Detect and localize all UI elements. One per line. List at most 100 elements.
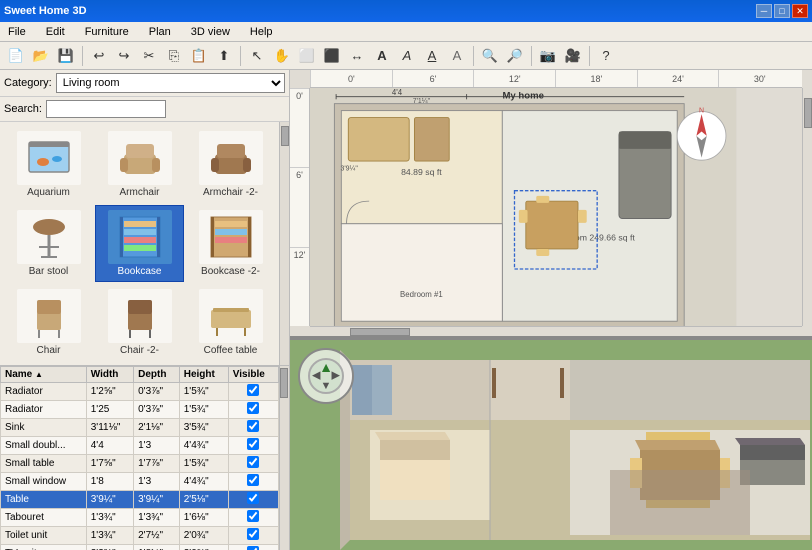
col-height[interactable]: Height xyxy=(179,367,228,383)
save-button[interactable]: 💾 xyxy=(54,45,78,67)
menu-3dview[interactable]: 3D view xyxy=(187,24,234,40)
table-row[interactable]: Small table 1'7⅝" 1'7⅞" 1'5¾" xyxy=(1,455,279,473)
table-row[interactable]: Toilet unit 1'3¾" 2'7½" 2'0¾" xyxy=(1,527,279,545)
view-3d: ▲ ▶ ▼ ◀ xyxy=(290,340,812,550)
floor-plan-canvas[interactable]: 4'4 My home 84.89 sq ft Bedroom xyxy=(310,88,812,336)
furniture-item-chair2[interactable]: Chair -2- xyxy=(95,284,184,361)
close-button[interactable]: ✕ xyxy=(792,4,808,18)
furniture-item-armchair[interactable]: Armchair xyxy=(95,126,184,203)
floorplan-vscrollbar[interactable] xyxy=(802,88,812,326)
menu-plan[interactable]: Plan xyxy=(145,24,175,40)
table-row[interactable]: Table 3'9¼" 3'9¼" 2'5⅛" xyxy=(1,491,279,509)
cell-visible[interactable] xyxy=(228,527,278,545)
redo-button[interactable]: ↪ xyxy=(112,45,136,67)
new-button[interactable]: 📄 xyxy=(4,45,28,67)
furniture-item-coffeetable[interactable]: Coffee table xyxy=(186,284,275,361)
import-button[interactable]: ⬆ xyxy=(212,45,236,67)
cell-height: 1'5¾" xyxy=(179,401,228,419)
draw-room-tool[interactable]: ⬛ xyxy=(320,45,344,67)
visible-checkbox[interactable] xyxy=(247,402,259,414)
help-button[interactable]: ? xyxy=(594,45,618,67)
furniture-item-barstool[interactable]: Bar stool xyxy=(4,205,93,282)
visible-checkbox[interactable] xyxy=(247,420,259,432)
copy-button[interactable]: ⎘ xyxy=(162,45,186,67)
cell-visible[interactable] xyxy=(228,509,278,527)
visible-checkbox[interactable] xyxy=(247,510,259,522)
visible-checkbox[interactable] xyxy=(247,474,259,486)
cell-visible[interactable] xyxy=(228,419,278,437)
table-container[interactable]: Name ▲ Width Depth Height Visible Radiat… xyxy=(0,366,279,550)
cell-visible[interactable] xyxy=(228,437,278,455)
furniture-scrollbar[interactable] xyxy=(279,122,289,365)
visible-checkbox[interactable] xyxy=(247,546,259,550)
zoom-in-button[interactable]: 🔍 xyxy=(478,45,502,67)
furniture-item-armchair2[interactable]: Armchair -2- xyxy=(186,126,275,203)
category-select[interactable]: Living room Bedroom Kitchen Bathroom Off… xyxy=(56,73,285,93)
col-name[interactable]: Name ▲ xyxy=(1,367,87,383)
cell-visible[interactable] xyxy=(228,383,278,401)
visible-checkbox[interactable] xyxy=(247,438,259,450)
draw-wall-tool[interactable]: ⬜ xyxy=(295,45,319,67)
menu-help[interactable]: Help xyxy=(246,24,277,40)
camera-button[interactable]: 📷 xyxy=(536,45,560,67)
select-tool[interactable]: ↖ xyxy=(245,45,269,67)
table-row[interactable]: TV unit 3'3⅜" 1'8½" 3'0⅝" xyxy=(1,545,279,550)
menu-furniture[interactable]: Furniture xyxy=(81,24,133,40)
nav-right-arrow[interactable]: ▶ xyxy=(332,371,340,382)
cell-height: 1'5¾" xyxy=(179,455,228,473)
visible-checkbox[interactable] xyxy=(247,384,259,396)
minimize-button[interactable]: ─ xyxy=(756,4,772,18)
cell-height: 3'5¾" xyxy=(179,419,228,437)
table-row[interactable]: Small doubl... 4'4 1'3 4'4¾" xyxy=(1,437,279,455)
nav-compass[interactable]: ▲ ▶ ▼ ◀ xyxy=(298,348,354,404)
svg-text:7'1¼": 7'1¼" xyxy=(413,98,431,105)
search-input[interactable] xyxy=(46,100,166,118)
col-width[interactable]: Width xyxy=(86,367,133,383)
table-row[interactable]: Small window 1'8 1'3 4'4¾" xyxy=(1,473,279,491)
furniture-item-bookcase[interactable]: Bookcase xyxy=(95,205,184,282)
visible-checkbox[interactable] xyxy=(247,528,259,540)
draw-dimension-tool[interactable]: ↔ xyxy=(345,45,369,67)
pan-tool[interactable]: ✋ xyxy=(270,45,294,67)
visible-checkbox[interactable] xyxy=(247,456,259,468)
visible-checkbox[interactable] xyxy=(247,492,259,504)
text-style-tool[interactable]: A xyxy=(395,45,419,67)
col-depth[interactable]: Depth xyxy=(134,367,180,383)
table-scrollbar[interactable] xyxy=(279,366,289,550)
furniture-item-bookcase2[interactable]: Bookcase -2- xyxy=(186,205,275,282)
menu-file[interactable]: File xyxy=(4,24,30,40)
cell-visible[interactable] xyxy=(228,491,278,509)
nav-left-arrow[interactable]: ◀ xyxy=(312,371,320,382)
furniture-item-aquarium[interactable]: Aquarium xyxy=(4,126,93,203)
text-shadow-tool[interactable]: A xyxy=(445,45,469,67)
table-row[interactable]: Radiator 1'25 0'3⅞" 1'5¾" xyxy=(1,401,279,419)
svg-text:My home: My home xyxy=(502,90,543,101)
cell-height: 1'5¾" xyxy=(179,383,228,401)
cell-visible[interactable] xyxy=(228,473,278,491)
open-button[interactable]: 📂 xyxy=(29,45,53,67)
table-row[interactable]: Radiator 1'2⅝" 0'3⅞" 1'5¾" xyxy=(1,383,279,401)
table-row[interactable]: Sink 3'11⅛" 2'1⅛" 3'5¾" xyxy=(1,419,279,437)
zoom-out-button[interactable]: 🔎 xyxy=(503,45,527,67)
undo-button[interactable]: ↩ xyxy=(87,45,111,67)
text-tool[interactable]: A xyxy=(370,45,394,67)
floor-plan-area[interactable]: 0' 6' 12' 18' 24' 30' 0' 6' 12' xyxy=(290,70,812,340)
table-row[interactable]: Tabouret 1'3¾" 1'3¾" 1'6⅛" xyxy=(1,509,279,527)
cell-width: 1'3¾" xyxy=(86,509,133,527)
cell-visible[interactable] xyxy=(228,545,278,550)
col-visible[interactable]: Visible xyxy=(228,367,278,383)
ruler-mark-0: 0' xyxy=(310,70,392,87)
toolbar: 📄 📂 💾 ↩ ↪ ✂ ⎘ 📋 ⬆ ↖ ✋ ⬜ ⬛ ↔ A A A A 🔍 🔎 … xyxy=(0,42,812,70)
paste-button[interactable]: 📋 xyxy=(187,45,211,67)
cell-name: Radiator xyxy=(1,383,87,401)
menu-edit[interactable]: Edit xyxy=(42,24,69,40)
furniture-item-chair[interactable]: Chair xyxy=(4,284,93,361)
floorplan-hscrollbar[interactable] xyxy=(310,326,802,336)
maximize-button[interactable]: □ xyxy=(774,4,790,18)
nav-down-arrow[interactable]: ▼ xyxy=(321,381,332,392)
video-button[interactable]: 🎥 xyxy=(561,45,585,67)
cut-button[interactable]: ✂ xyxy=(137,45,161,67)
cell-visible[interactable] xyxy=(228,401,278,419)
text-outline-tool[interactable]: A xyxy=(420,45,444,67)
cell-visible[interactable] xyxy=(228,455,278,473)
